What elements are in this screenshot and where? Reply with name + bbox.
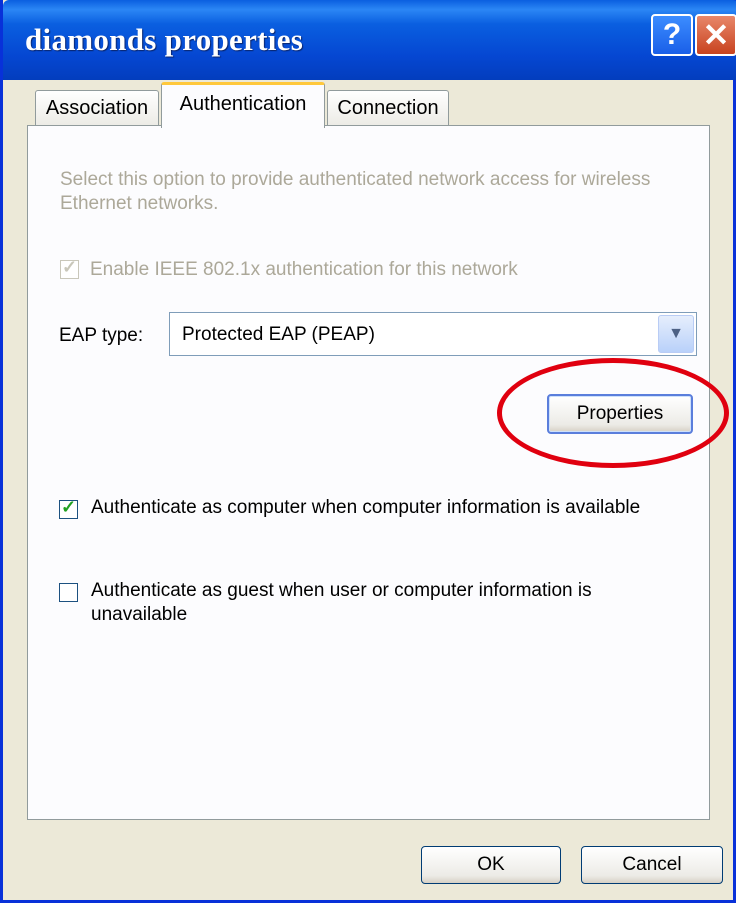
chevron-down-icon[interactable]: ▼ <box>658 315 694 353</box>
close-icon: ✕ <box>702 17 730 53</box>
eap-type-select[interactable]: Protected EAP (PEAP) ▼ <box>169 312 697 356</box>
window-title: diamonds properties <box>25 22 304 57</box>
auth-as-computer-checkbox[interactable]: ✓ <box>59 497 78 519</box>
tab-strip: Association Authentication Connection <box>3 80 736 128</box>
help-icon: ? <box>662 18 682 51</box>
tab-connection[interactable]: Connection <box>327 90 449 126</box>
help-button[interactable]: ? <box>651 14 693 56</box>
title-bar[interactable]: diamonds properties ? ✕ <box>3 0 736 80</box>
enable-8021x-checkbox[interactable]: ✓ <box>60 257 79 279</box>
auth-as-guest-label: Authenticate as guest when user or compu… <box>91 580 592 625</box>
eap-type-value: Protected EAP (PEAP) <box>182 324 375 345</box>
tab-association[interactable]: Association <box>35 90 159 126</box>
properties-dialog: diamonds properties ? ✕ Association Auth… <box>0 0 736 903</box>
properties-button[interactable]: Properties <box>547 394 693 434</box>
tab-authentication[interactable]: Authentication <box>161 82 325 128</box>
cancel-button[interactable]: Cancel <box>581 846 723 884</box>
check-icon: ✓ <box>62 257 78 277</box>
enable-8021x-label: Enable IEEE 802.1x authentication for th… <box>90 259 518 280</box>
ok-button[interactable]: OK <box>421 846 561 884</box>
eap-type-label: EAP type: <box>59 325 144 346</box>
auth-as-computer-label: Authenticate as computer when computer i… <box>91 497 641 518</box>
auth-as-guest-checkbox[interactable] <box>59 583 78 602</box>
close-button[interactable]: ✕ <box>695 14 736 56</box>
check-icon: ✓ <box>61 497 77 517</box>
tab-panel-authentication <box>27 125 710 820</box>
description-text: Select this option to provide authentica… <box>60 169 651 214</box>
